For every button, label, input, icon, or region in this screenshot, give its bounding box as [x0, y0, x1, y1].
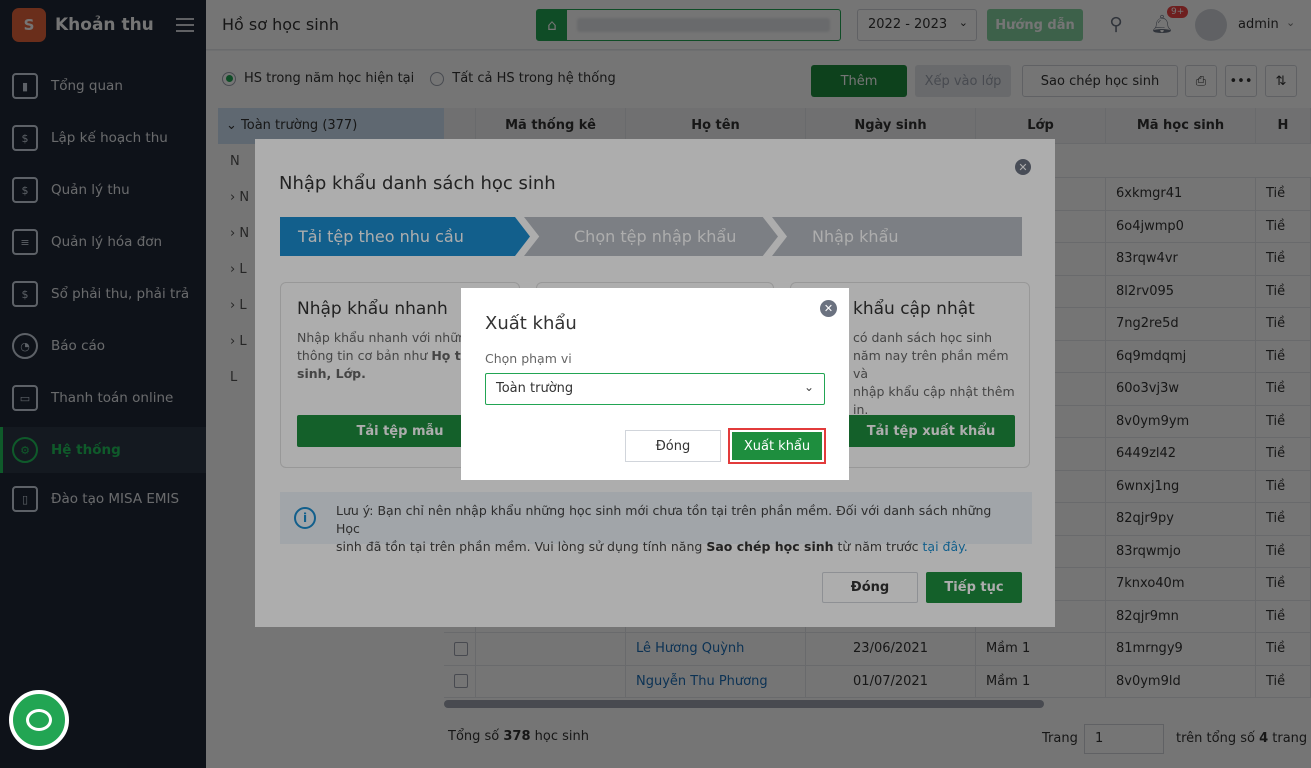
chat-bubble-icon: [26, 709, 52, 731]
export-cancel-button[interactable]: Đóng: [625, 430, 721, 462]
export-submit-highlight: Xuất khẩu: [728, 428, 826, 464]
export-modal: Xuất khẩu ✕ Chọn phạm vi Toàn trường ⌄ Đ…: [461, 288, 849, 480]
chevron-down-icon: ⌄: [803, 380, 814, 394]
close-icon[interactable]: ✕: [820, 300, 837, 317]
chat-button[interactable]: [9, 690, 69, 750]
scope-select-value: Toàn trường: [496, 381, 574, 396]
export-submit-button[interactable]: Xuất khẩu: [732, 432, 822, 460]
scope-select[interactable]: Toàn trường ⌄: [485, 373, 825, 405]
scope-label: Chọn phạm vi: [485, 351, 572, 366]
export-modal-title: Xuất khẩu: [485, 313, 577, 334]
